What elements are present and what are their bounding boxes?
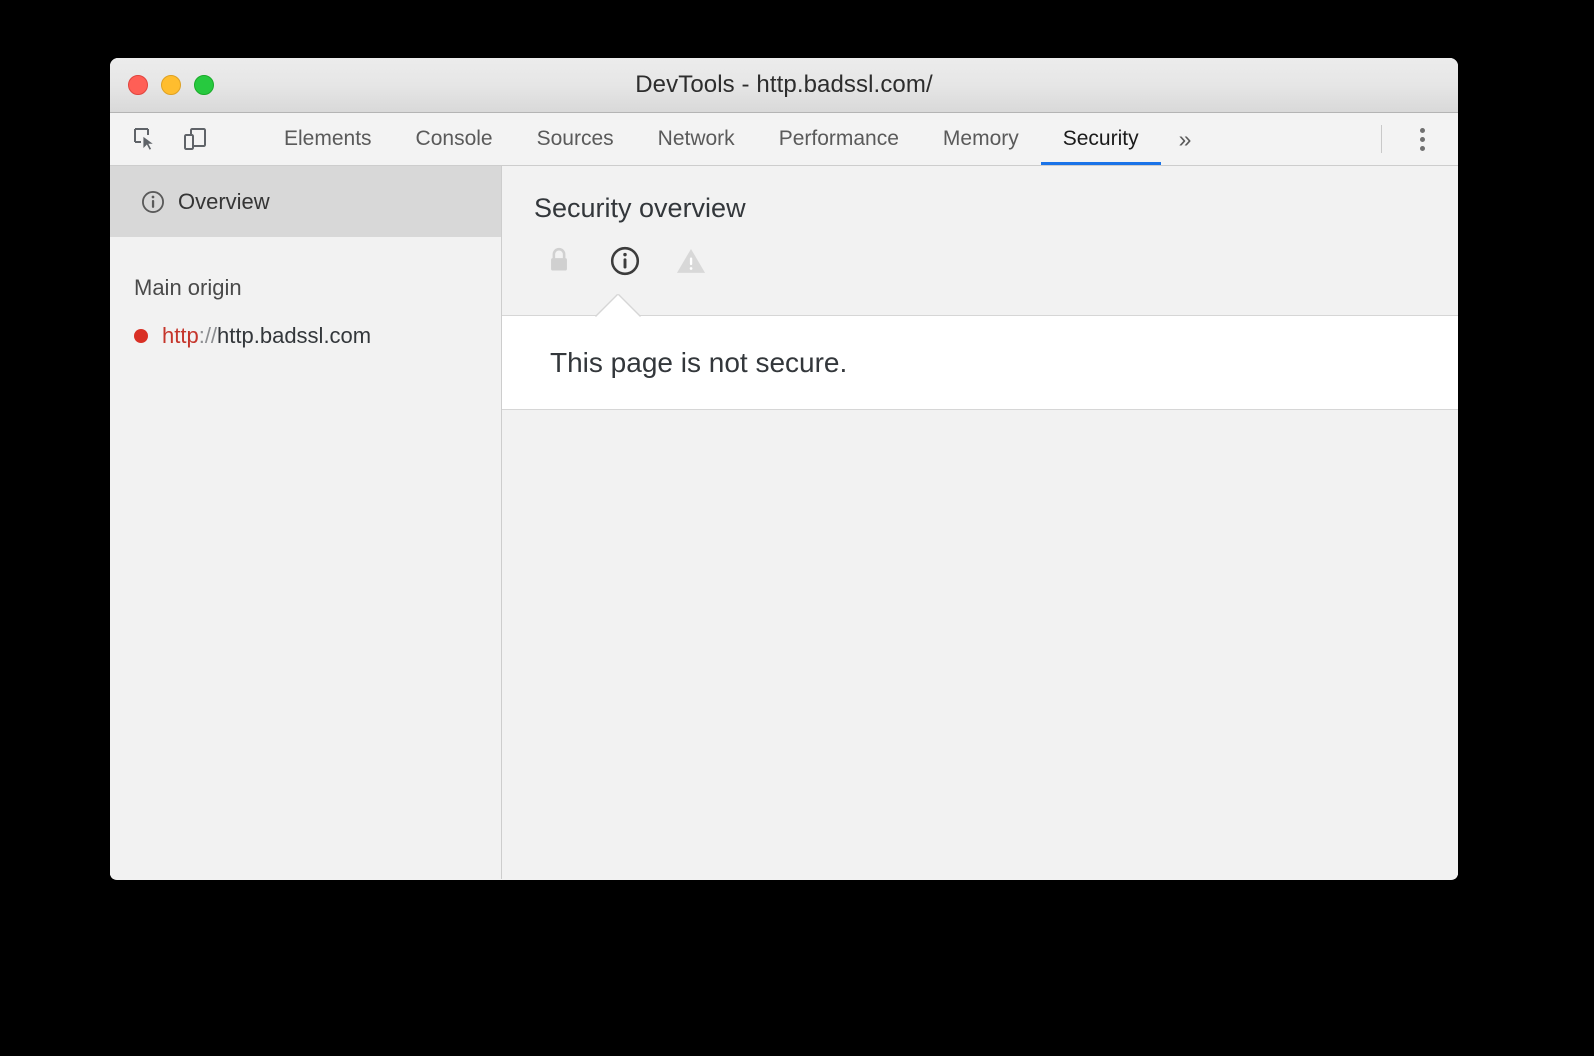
more-options-button[interactable]: [1404, 121, 1440, 157]
origin-status-dot: [134, 329, 148, 343]
kebab-dot: [1419, 136, 1425, 142]
security-explanation-panel: This page is not secure.: [502, 316, 1458, 410]
tab-label: Elements: [284, 127, 372, 150]
kebab-dot: [1419, 127, 1425, 133]
origin-separator: ://: [198, 323, 218, 348]
summary-pointer-strip: [502, 294, 1458, 317]
sidebar-item-overview[interactable]: Overview: [110, 166, 501, 237]
devtools-tab-list: Elements Console Sources Network Perform…: [262, 113, 1209, 165]
summary-pointer-triangle: [596, 295, 640, 317]
traffic-lights: [128, 58, 214, 112]
tab-label: Sources: [536, 127, 614, 150]
warning-triangle-icon: [676, 248, 706, 273]
kebab-dot: [1419, 145, 1425, 151]
origin-url: http://http.badssl.com: [162, 323, 371, 349]
tabbar-right-divider: [1381, 125, 1382, 153]
tab-security[interactable]: Security: [1040, 113, 1161, 165]
tab-label: Security: [1062, 127, 1139, 150]
sidebar-group-main-origin: Main origin: [134, 275, 242, 300]
info-icon-button[interactable]: [608, 244, 642, 278]
more-tabs-button[interactable]: »: [1161, 113, 1210, 165]
tab-network[interactable]: Network: [636, 113, 757, 165]
window-titlebar: DevTools - http.badssl.com/: [110, 58, 1458, 113]
origin-host: http.badssl.com: [217, 323, 372, 348]
devtools-window: DevTools - http.badssl.com/ Elements Con…: [110, 58, 1458, 880]
lock-icon: [551, 248, 567, 271]
tab-label: Console: [415, 127, 493, 150]
security-sidebar: Overview Main origin http://http.badssl.…: [110, 166, 502, 879]
tab-label: Memory: [942, 127, 1019, 150]
security-summary-icons: [502, 224, 1458, 278]
devtools-tabbar: Elements Console Sources Network Perform…: [110, 113, 1458, 166]
tab-elements[interactable]: Elements: [262, 113, 394, 165]
security-explanation-text: This page is not secure.: [550, 346, 848, 378]
inspect-element-button[interactable]: [129, 123, 161, 155]
chevron-double-right-icon: »: [1178, 125, 1192, 152]
sidebar-item-origin[interactable]: http://http.badssl.com: [110, 301, 501, 349]
tab-console[interactable]: Console: [394, 113, 515, 165]
info-circle-icon: [142, 190, 164, 213]
window-title: DevTools - http.badssl.com/: [635, 71, 933, 98]
sidebar-item-label: Overview: [178, 188, 270, 214]
info-circle-icon: [610, 246, 640, 276]
security-main-panel: Security overview This page is not secur…: [502, 166, 1458, 879]
warning-icon-button[interactable]: [674, 244, 708, 278]
origin-scheme: http: [162, 323, 199, 348]
tab-label: Network: [657, 127, 735, 150]
tabbar-right-group: [1381, 113, 1458, 165]
tab-label: Performance: [778, 127, 899, 150]
minimize-window-button[interactable]: [161, 75, 181, 95]
lock-icon-button[interactable]: [542, 244, 576, 278]
devtools-tool-icons: [110, 113, 246, 165]
devtools-body: Overview Main origin http://http.badssl.…: [110, 166, 1458, 879]
device-toolbar-icon: [184, 128, 206, 150]
tab-sources[interactable]: Sources: [515, 113, 636, 165]
device-toolbar-button[interactable]: [179, 123, 211, 155]
page-title: Security overview: [534, 193, 746, 223]
close-window-button[interactable]: [128, 75, 148, 95]
tab-memory[interactable]: Memory: [921, 113, 1041, 165]
inspect-element-icon: [134, 128, 156, 151]
maximize-window-button[interactable]: [194, 75, 214, 95]
tab-performance[interactable]: Performance: [757, 113, 921, 165]
